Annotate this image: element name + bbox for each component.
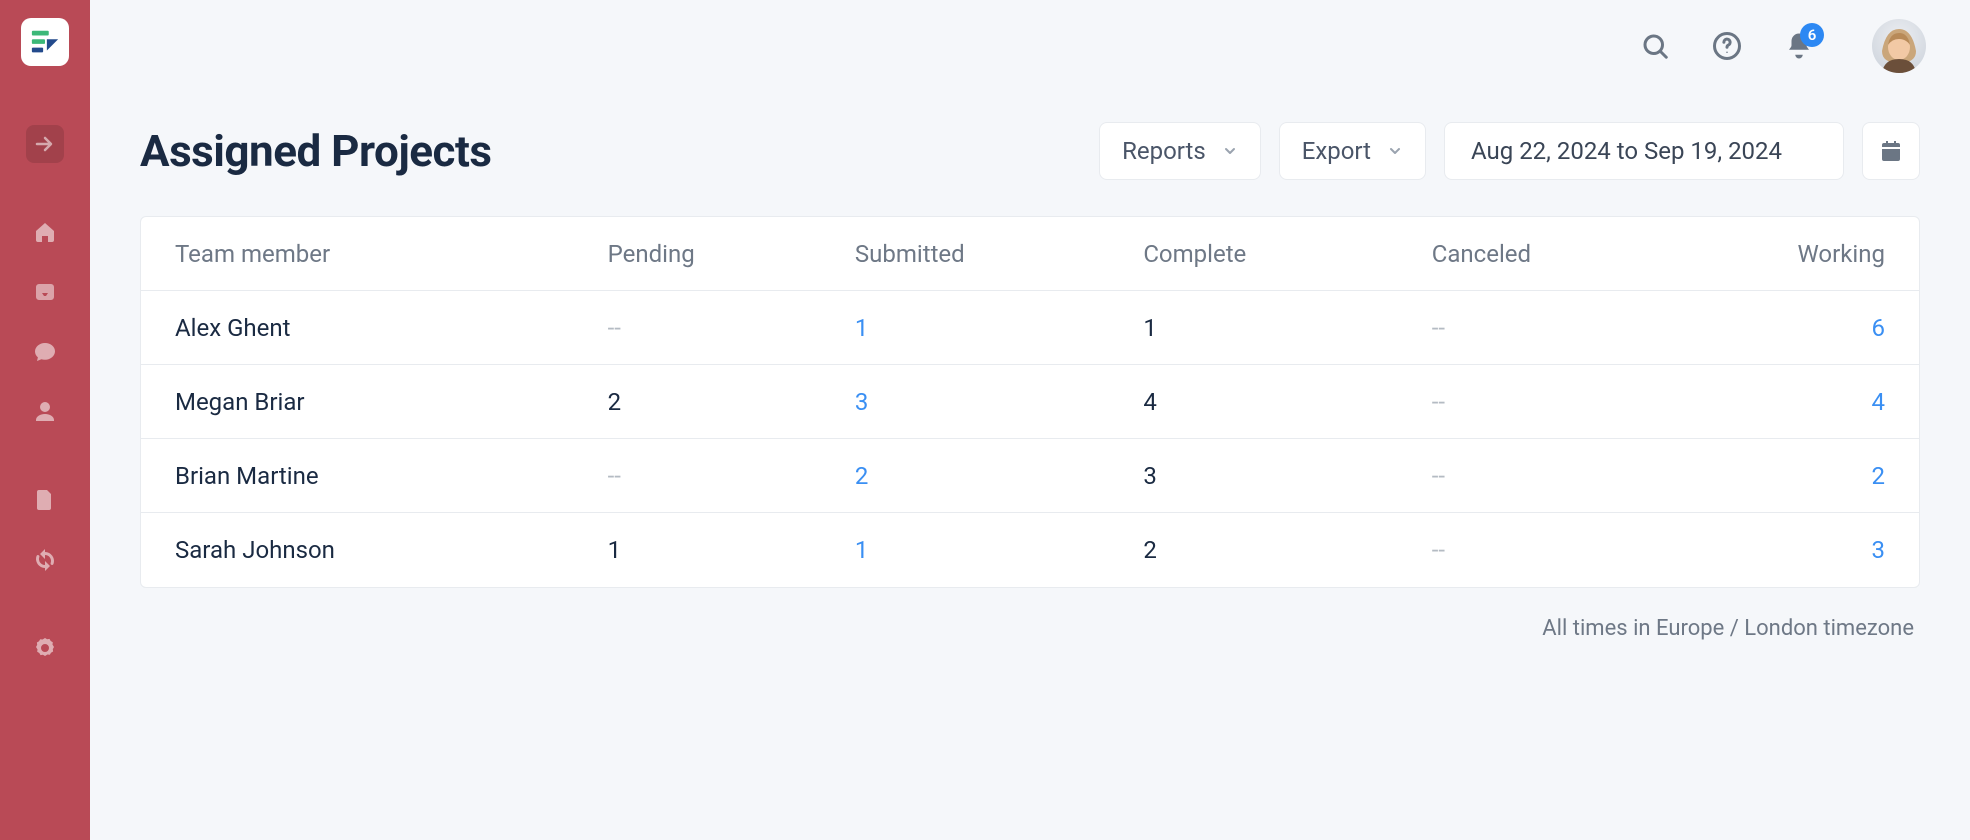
sidebar-item-home[interactable] (0, 202, 90, 262)
main-area: 6 (90, 0, 1970, 840)
sidebar-item-document[interactable] (0, 470, 90, 530)
table-header: Team member Pending Submitted Complete C… (141, 217, 1919, 291)
page-title: Assigned Projects (140, 125, 491, 177)
user-icon (33, 400, 57, 424)
cell-canceled: -- (1432, 314, 1679, 342)
home-icon (33, 220, 57, 244)
sync-icon (33, 548, 57, 572)
table-row: Sarah Johnson112--3 (141, 513, 1919, 587)
export-dropdown[interactable]: Export (1279, 122, 1426, 180)
date-range-value: Aug 22, 2024 to Sep 19, 2024 (1471, 137, 1782, 165)
cell-member: Megan Briar (175, 388, 608, 416)
reports-label: Reports (1122, 137, 1206, 165)
cell-submitted[interactable]: 1 (855, 536, 1143, 564)
sidebar-item-settings[interactable] (0, 618, 90, 678)
search-icon (1640, 31, 1670, 61)
app-logo[interactable] (21, 18, 69, 66)
cell-pending: -- (608, 462, 855, 490)
header-controls: Reports Export Aug 22, 2024 to Sep 19, 2… (1099, 122, 1920, 180)
cell-pending: -- (608, 314, 855, 342)
page-header: Assigned Projects Reports Export Aug 22,… (140, 122, 1920, 180)
calendar-icon (1879, 139, 1903, 163)
chevron-down-icon (1222, 137, 1238, 165)
notification-badge: 6 (1800, 23, 1824, 47)
cell-complete: 3 (1143, 462, 1431, 490)
sidebar-item-forward[interactable] (0, 114, 90, 174)
cell-complete: 4 (1143, 388, 1431, 416)
topbar: 6 (90, 0, 1970, 92)
cell-member: Sarah Johnson (175, 536, 608, 564)
cell-working[interactable]: 2 (1679, 462, 1885, 490)
timezone-note: All times in Europe / London timezone (140, 616, 1920, 641)
cell-pending: 1 (608, 536, 855, 564)
content: Assigned Projects Reports Export Aug 22,… (90, 92, 1970, 681)
cell-working[interactable]: 3 (1679, 536, 1885, 564)
sidebar (0, 0, 90, 840)
col-pending: Pending (608, 240, 855, 268)
help-icon (1712, 31, 1742, 61)
cell-complete: 2 (1143, 536, 1431, 564)
help-button[interactable] (1710, 29, 1744, 63)
col-team-member: Team member (175, 240, 608, 268)
cell-canceled: -- (1432, 536, 1679, 564)
col-complete: Complete (1143, 240, 1431, 268)
table-row: Alex Ghent--11--6 (141, 291, 1919, 365)
chat-icon (33, 340, 57, 364)
settings-gear-icon (33, 636, 57, 660)
chevron-down-icon (1387, 137, 1403, 165)
cell-working[interactable]: 4 (1679, 388, 1885, 416)
col-canceled: Canceled (1432, 240, 1679, 268)
notifications-button[interactable]: 6 (1782, 29, 1816, 63)
reports-dropdown[interactable]: Reports (1099, 122, 1261, 180)
avatar[interactable] (1872, 19, 1926, 73)
sidebar-item-user[interactable] (0, 382, 90, 442)
cell-pending: 2 (608, 388, 855, 416)
arrow-right-box-icon (33, 132, 57, 156)
avatar-image (1872, 19, 1926, 73)
cell-canceled: -- (1432, 388, 1679, 416)
table-row: Megan Briar234--4 (141, 365, 1919, 439)
col-submitted: Submitted (855, 240, 1143, 268)
table-row: Brian Martine--23--2 (141, 439, 1919, 513)
col-working: Working (1679, 240, 1885, 268)
cell-member: Alex Ghent (175, 314, 608, 342)
date-range-field[interactable]: Aug 22, 2024 to Sep 19, 2024 (1444, 122, 1844, 180)
cell-complete: 1 (1143, 314, 1431, 342)
calendar-button[interactable] (1862, 122, 1920, 180)
projects-table: Team member Pending Submitted Complete C… (140, 216, 1920, 588)
cell-submitted[interactable]: 3 (855, 388, 1143, 416)
search-button[interactable] (1638, 29, 1672, 63)
cell-canceled: -- (1432, 462, 1679, 490)
export-label: Export (1302, 137, 1371, 165)
cell-submitted[interactable]: 2 (855, 462, 1143, 490)
inbox-icon (33, 280, 57, 304)
document-icon (33, 488, 57, 512)
sidebar-item-chat[interactable] (0, 322, 90, 382)
cell-submitted[interactable]: 1 (855, 314, 1143, 342)
sidebar-item-sync[interactable] (0, 530, 90, 590)
cell-member: Brian Martine (175, 462, 608, 490)
sidebar-item-inbox[interactable] (0, 262, 90, 322)
cell-working[interactable]: 6 (1679, 314, 1885, 342)
